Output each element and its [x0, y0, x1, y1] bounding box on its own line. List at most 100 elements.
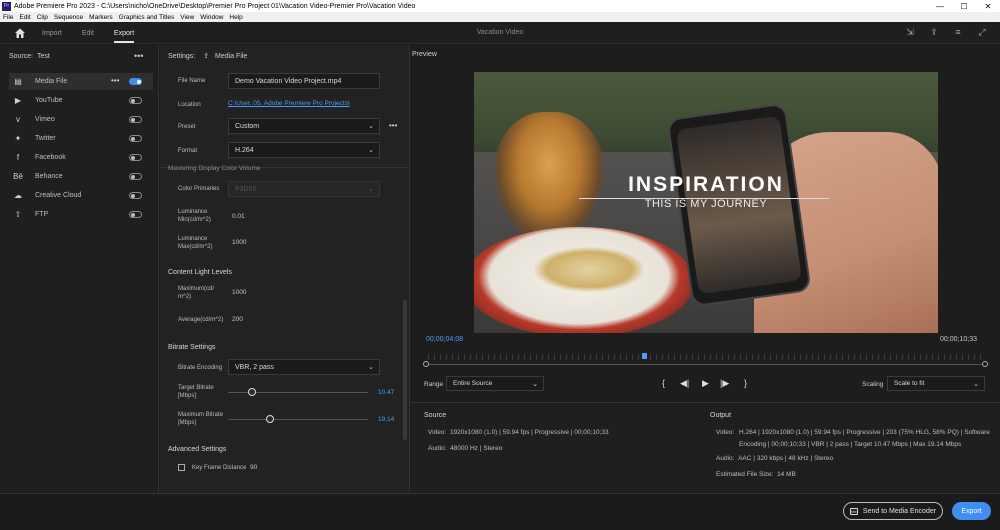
more-options-icon[interactable]: •••: [111, 76, 119, 85]
media-file-toggle[interactable]: [129, 78, 142, 85]
maximum-bitrate-value[interactable]: 19.14: [378, 416, 394, 423]
scaling-dropdown[interactable]: Scale to fit ⌄: [887, 376, 985, 391]
luminance-min-value[interactable]: 0.01: [232, 213, 245, 220]
key-frame-distance-checkbox[interactable]: [178, 464, 185, 471]
maximum-bitrate-label: Maximum Bitrate [Mbps]: [178, 411, 223, 427]
preview-video-frame: INSPIRATION THIS IS MY JOURNEY: [474, 72, 938, 333]
playhead[interactable]: [642, 353, 648, 359]
menu-sequence[interactable]: Sequence: [54, 14, 83, 21]
source-heading: Source: [424, 412, 447, 419]
average-value[interactable]: 200: [232, 316, 243, 323]
behance-toggle[interactable]: [129, 173, 142, 180]
output-audio-value: AAC | 320 kbps | 48 kHz | Stereo: [738, 455, 834, 462]
destination-label: Facebook: [35, 154, 66, 161]
maximum-value[interactable]: 1000: [232, 289, 246, 296]
output-audio-row: Audio: AAC | 320 kbps | 48 kHz | Stereo: [716, 453, 833, 465]
minimize-button[interactable]: —: [928, 2, 952, 11]
key-frame-distance-label: Key Frame Distance: [192, 465, 247, 471]
step-back-icon[interactable]: ◀|: [680, 378, 689, 389]
menu-window[interactable]: Window: [200, 14, 223, 21]
maximum-bitrate-slider-thumb[interactable]: [266, 415, 274, 423]
chevron-down-icon: ⌄: [368, 364, 374, 371]
output-audio-label: Audio:: [716, 455, 735, 462]
source-audio-label: Audio:: [428, 445, 447, 452]
youtube-icon: ▶: [14, 96, 22, 105]
menu-clip[interactable]: Clip: [37, 14, 48, 21]
menu-edit[interactable]: Edit: [19, 14, 30, 21]
target-bitrate-value[interactable]: 10.47: [378, 389, 394, 396]
step-forward-icon[interactable]: |▶: [720, 378, 729, 389]
quick-export-icon[interactable]: ⇲: [898, 27, 922, 38]
preset-more-icon[interactable]: •••: [389, 121, 397, 130]
in-point-handle[interactable]: [423, 361, 429, 367]
maximize-button[interactable]: ☐: [952, 2, 976, 11]
destination-label: FTP: [35, 211, 49, 218]
label-line: Target Bitrate: [178, 385, 214, 391]
menu-icon[interactable]: ≡: [946, 27, 970, 38]
set-in-icon[interactable]: {: [662, 378, 665, 388]
file-name-input[interactable]: Demo Vacation Video Project.mp4: [228, 73, 380, 89]
creative-cloud-toggle[interactable]: [129, 192, 142, 199]
out-point-handle[interactable]: [982, 361, 988, 367]
fullscreen-icon[interactable]: ⤢: [970, 27, 994, 38]
luminance-max-value[interactable]: 1000: [232, 239, 246, 246]
menu-markers[interactable]: Markers: [89, 14, 112, 21]
color-primaries-dropdown[interactable]: P3D65 ⌄: [228, 181, 380, 197]
destination-twitter[interactable]: ✦ Twitter: [9, 130, 153, 147]
destination-media-file[interactable]: ▤ Media File •••: [9, 73, 153, 90]
close-window-button[interactable]: ✕: [976, 2, 1000, 11]
settings-scrollbar[interactable]: [403, 300, 407, 440]
maximum-bitrate-slider-track[interactable]: [228, 419, 368, 420]
source-audio-row: Audio: 48000 Hz | Stereo: [428, 443, 502, 455]
destination-behance[interactable]: Bē Behance: [9, 168, 153, 185]
current-timecode[interactable]: 00;00;04;08: [426, 336, 463, 343]
destination-creative-cloud[interactable]: ☁ Creative Cloud: [9, 187, 153, 204]
vimeo-toggle[interactable]: [129, 116, 142, 123]
timeline-track[interactable]: [428, 364, 983, 365]
timeline-scrubber[interactable]: [423, 346, 988, 367]
tab-export[interactable]: Export: [113, 30, 135, 43]
preset-dropdown[interactable]: Custom ⌄: [228, 118, 380, 134]
label-line: [Mbps]: [178, 420, 197, 426]
twitter-toggle[interactable]: [129, 135, 142, 142]
location-link[interactable]: C:\User..05. Adobe Premiere Pro Projects…: [228, 100, 350, 107]
source-audio-value: 48000 Hz | Stereo: [450, 445, 503, 452]
destination-vimeo[interactable]: v Vimeo: [9, 111, 153, 128]
format-dropdown[interactable]: H.264 ⌄: [228, 142, 380, 158]
youtube-toggle[interactable]: [129, 97, 142, 104]
menu-file[interactable]: File: [3, 14, 13, 21]
source-label: Source: Test: [9, 53, 50, 60]
preset-label: Preset: [178, 124, 196, 130]
source-video-value: 1920x1080 (1.0) | 59.94 fps | Progressiv…: [449, 429, 609, 436]
play-icon[interactable]: ▶: [702, 378, 709, 389]
send-to-media-encoder-button[interactable]: Me Send to Media Encoder: [843, 502, 943, 520]
share-icon[interactable]: ⇪: [922, 27, 946, 38]
set-out-icon[interactable]: }: [744, 378, 747, 388]
menu-bar: File Edit Clip Sequence Markers Graphics…: [0, 12, 1000, 22]
average-label: Average(cd/m^2): [178, 317, 224, 323]
destination-facebook[interactable]: f Facebook: [9, 149, 153, 166]
export-settings-panel: Settings: ⇪ Media File File Name Demo Va…: [160, 45, 410, 493]
key-frame-distance-value[interactable]: 90: [250, 464, 257, 471]
menu-graphics-titles[interactable]: Graphics and Titles: [119, 14, 175, 21]
target-bitrate-slider-thumb[interactable]: [247, 388, 256, 396]
export-button[interactable]: Export: [952, 502, 991, 520]
destination-youtube[interactable]: ▶ YouTube: [9, 92, 153, 109]
twitter-icon: ✦: [14, 134, 22, 143]
range-dropdown[interactable]: Entire Source ⌄: [446, 376, 544, 391]
menu-help[interactable]: Help: [229, 14, 242, 21]
tab-edit[interactable]: Edit: [82, 30, 94, 37]
ftp-toggle[interactable]: [129, 211, 142, 218]
output-video-label: Video:: [716, 429, 735, 436]
source-more-icon[interactable]: •••: [134, 51, 143, 61]
label-line: Maximum(cd/: [178, 286, 215, 292]
tab-import[interactable]: Import: [42, 30, 62, 37]
chevron-down-icon: ⌄: [532, 381, 538, 388]
chevron-down-icon: ⌄: [368, 186, 374, 193]
facebook-toggle[interactable]: [129, 154, 142, 161]
mastering-display-heading: Mastering Display Color Volume: [168, 165, 261, 172]
bitrate-encoding-dropdown[interactable]: VBR, 2 pass ⌄: [228, 359, 380, 375]
menu-view[interactable]: View: [180, 14, 194, 21]
destinations-sidebar: Source: Test ••• ▤ Media File ••• ▶ YouT…: [0, 45, 159, 493]
destination-ftp[interactable]: ⇧ FTP: [9, 206, 153, 223]
